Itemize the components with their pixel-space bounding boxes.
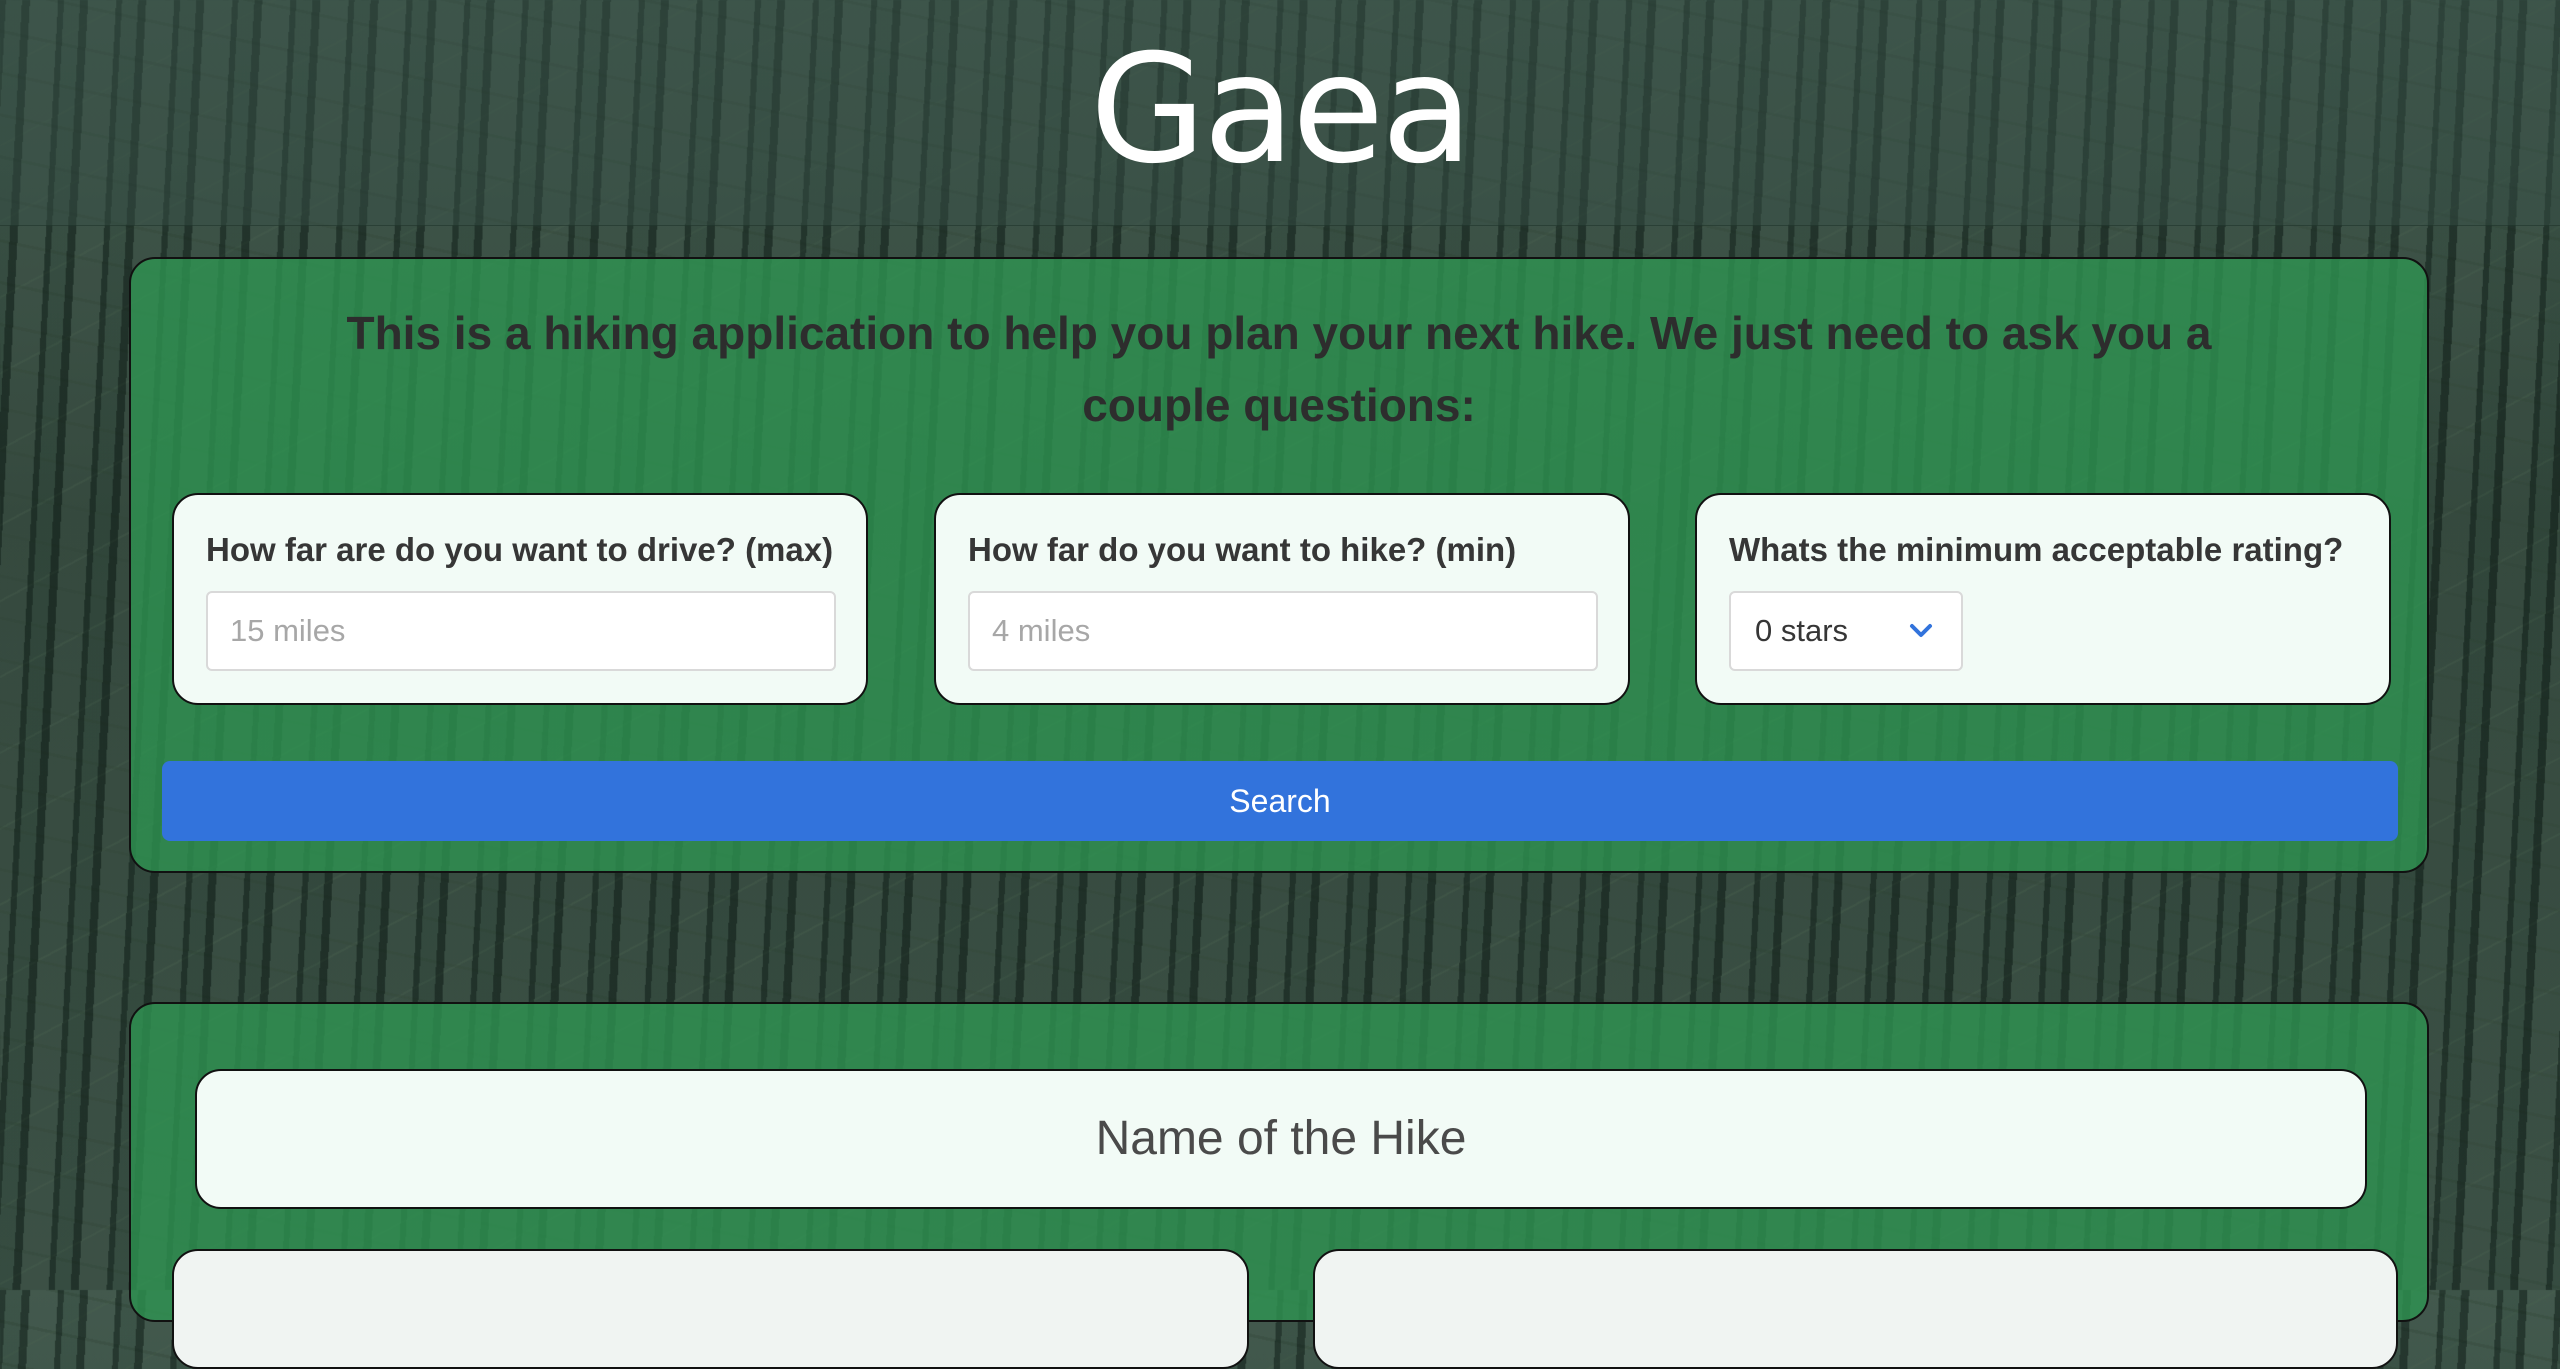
rating-select-value: 0 stars <box>1755 613 1849 648</box>
site-title: Gaea <box>1089 23 1473 197</box>
drive-distance-label: How far are do you want to drive? (max) <box>206 531 834 568</box>
rating-label: Whats the minimum acceptable rating? <box>1729 531 2344 568</box>
hike-detail-card-left <box>172 1249 1249 1369</box>
intro-text: This is a hiking application to help you… <box>346 307 2212 431</box>
hike-name: Name of the Hike <box>195 1069 2367 1209</box>
drive-distance-card: How far are do you want to drive? (max) <box>172 493 868 705</box>
hike-distance-card: How far do you want to hike? (min) <box>934 493 1630 705</box>
site-header: Gaea <box>0 0 2560 226</box>
search-button[interactable]: Search <box>162 761 2398 841</box>
hike-detail-card-right <box>1313 1249 2398 1369</box>
hike-distance-label: How far do you want to hike? (min) <box>968 531 1517 568</box>
hike-result-panel: Name of the Hike <box>129 1002 2429 1369</box>
hike-distance-input[interactable] <box>968 591 1598 671</box>
search-form-panel: This is a hiking application to help you… <box>129 257 2429 873</box>
rating-card: Whats the minimum acceptable rating? 0 s… <box>1695 493 2391 705</box>
rating-select[interactable]: 0 stars <box>1729 591 1963 671</box>
drive-distance-input[interactable] <box>206 591 836 671</box>
chevron-down-icon <box>1910 624 1932 637</box>
